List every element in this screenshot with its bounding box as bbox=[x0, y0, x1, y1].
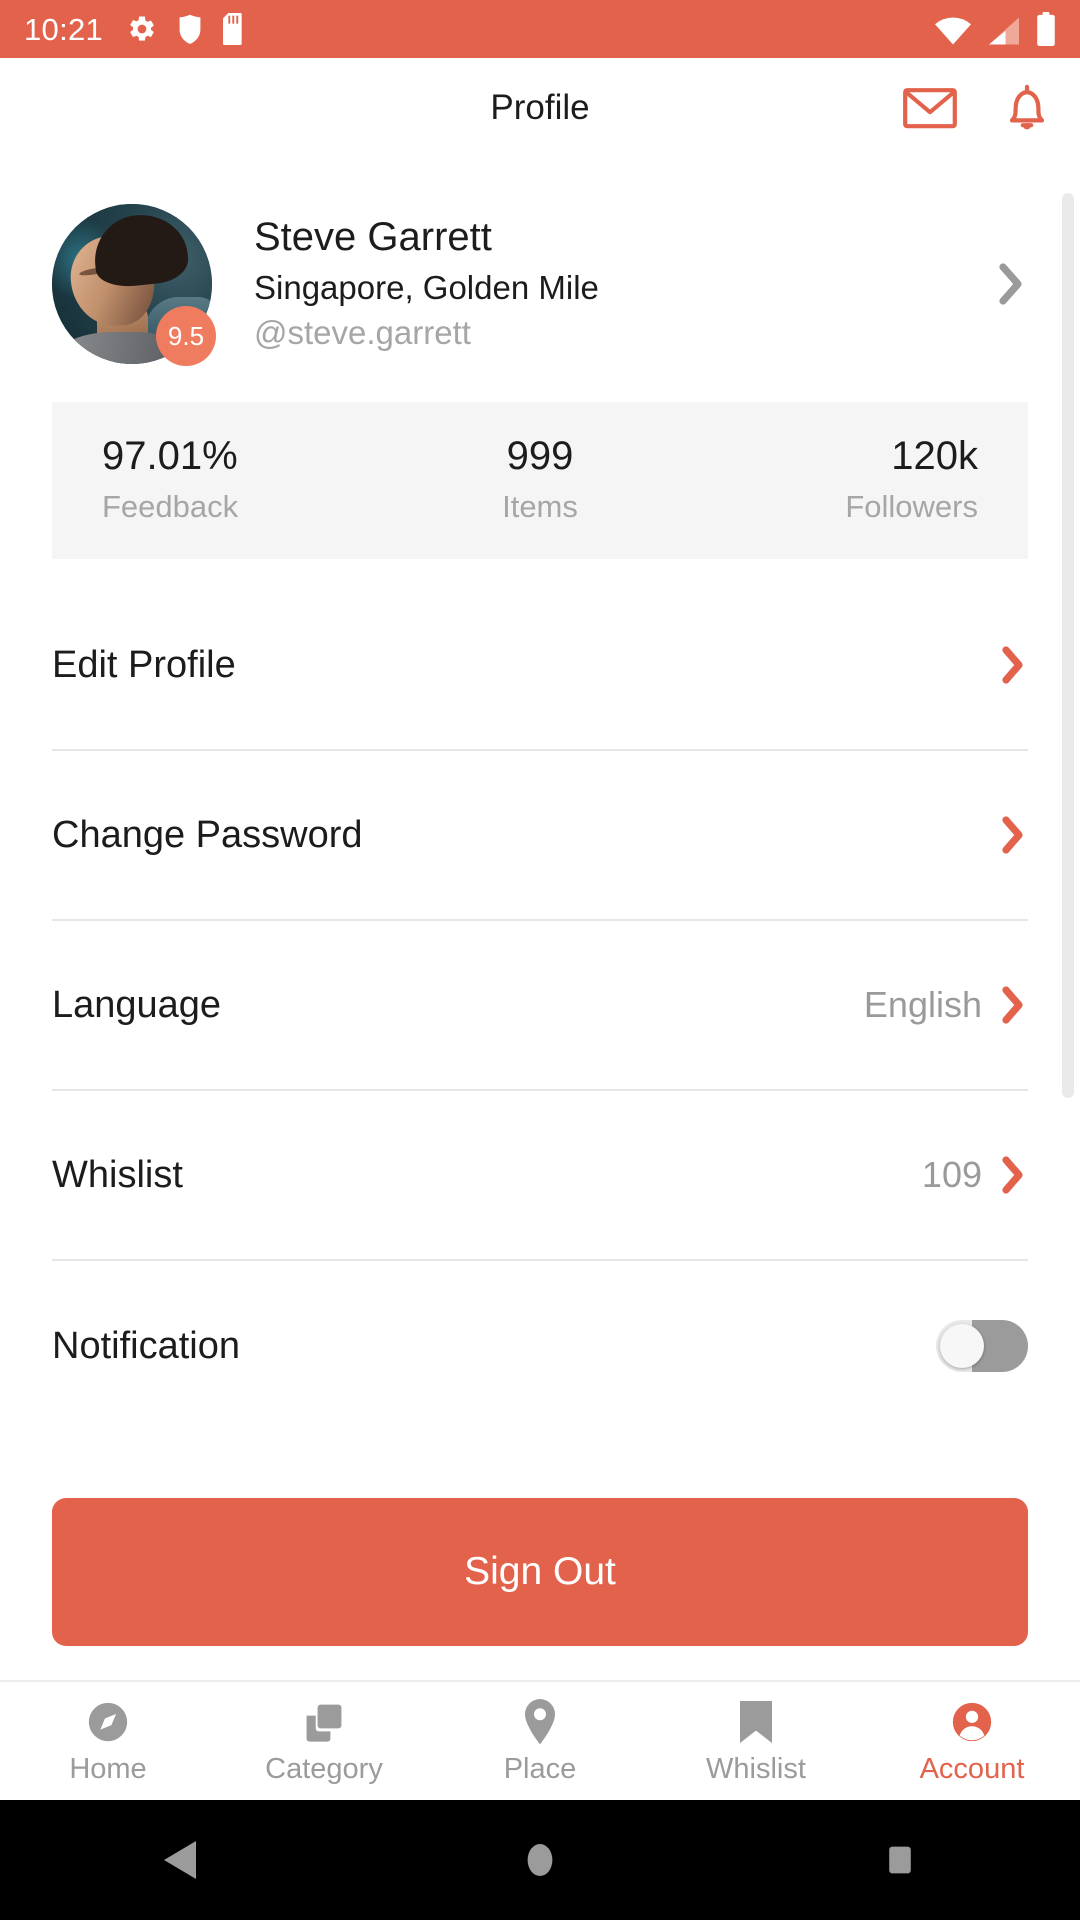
nav-item-label: Place bbox=[503, 1752, 577, 1785]
menu-item-label: Edit Profile bbox=[52, 643, 236, 686]
stat-value: 120k bbox=[891, 434, 978, 478]
account-circle-icon bbox=[949, 1699, 995, 1745]
bookmark-icon bbox=[738, 1699, 774, 1745]
menu-item-label: Change Password bbox=[52, 813, 363, 856]
nav-item-account[interactable]: Account bbox=[864, 1699, 1080, 1784]
chevron-right-icon[interactable] bbox=[998, 1153, 1028, 1197]
compass-icon bbox=[85, 1699, 131, 1745]
rating-badge: 9.5 bbox=[156, 306, 216, 366]
nav-item-category[interactable]: Category bbox=[216, 1699, 432, 1784]
menu-item-whislist[interactable]: Whislist 109 bbox=[52, 1091, 1028, 1262]
menu-item-language[interactable]: Language English bbox=[52, 921, 1028, 1092]
status-bar-left-icons bbox=[127, 13, 247, 45]
avatar-wrapper: 9.5 bbox=[52, 204, 216, 366]
menu-item-notification[interactable]: Notification bbox=[52, 1261, 1028, 1431]
menu-item-trailing: English bbox=[864, 983, 1028, 1027]
profile-name: Steve Garrett bbox=[254, 215, 492, 260]
profile-summary-row[interactable]: 9.5 Steve Garrett Singapore, Golden Mile… bbox=[0, 158, 1080, 366]
cellular-signal-icon bbox=[986, 16, 1022, 46]
app-bar: Profile bbox=[0, 58, 1080, 158]
status-bar-clock: 10:21 bbox=[24, 11, 104, 47]
menu-item-trailing bbox=[998, 643, 1028, 687]
android-navigation-bar bbox=[0, 1800, 1080, 1920]
nav-item-place[interactable]: Place bbox=[432, 1698, 648, 1785]
sign-out-container: Sign Out bbox=[0, 1498, 1080, 1680]
profile-text-block: Steve Garrett Singapore, Golden Mile @st… bbox=[254, 213, 984, 355]
battery-icon bbox=[1036, 12, 1056, 46]
nav-item-label: Account bbox=[919, 1752, 1025, 1785]
status-bar: 10:21 bbox=[0, 0, 1080, 58]
menu-item-label: Whislist bbox=[52, 1153, 183, 1196]
menu-item-trailing bbox=[998, 813, 1028, 857]
stat-label: Feedback bbox=[102, 489, 239, 524]
chevron-right-icon[interactable] bbox=[998, 643, 1028, 687]
chevron-right-icon[interactable] bbox=[998, 813, 1028, 857]
menu-item-edit-profile[interactable]: Edit Profile bbox=[52, 581, 1028, 752]
stat-label: Items bbox=[502, 489, 578, 524]
sd-card-icon bbox=[223, 13, 247, 45]
notification-toggle[interactable] bbox=[936, 1320, 1028, 1373]
stat-label: Followers bbox=[845, 489, 978, 524]
nav-item-whislist[interactable]: Whislist bbox=[648, 1699, 864, 1784]
menu-item-trailing bbox=[936, 1320, 1028, 1373]
menu-item-label: Notification bbox=[52, 1324, 240, 1367]
back-triangle-icon[interactable] bbox=[120, 1839, 240, 1881]
profile-location: Singapore, Golden Mile bbox=[254, 268, 599, 306]
profile-handle: @steve.garrett bbox=[254, 314, 471, 352]
menu-item-value: 109 bbox=[921, 1154, 982, 1196]
bell-icon[interactable] bbox=[1002, 82, 1052, 134]
stat-followers: 120k Followers bbox=[686, 432, 1028, 525]
stats-strip: 97.01% Feedback 999 Items 120k Followers bbox=[52, 402, 1028, 560]
scrollable-content[interactable]: 9.5 Steve Garrett Singapore, Golden Mile… bbox=[0, 158, 1080, 1680]
map-pin-icon bbox=[521, 1698, 559, 1745]
stat-value: 97.01% bbox=[102, 434, 238, 478]
stat-value: 999 bbox=[506, 434, 574, 478]
nav-item-home[interactable]: Home bbox=[0, 1699, 216, 1784]
home-circle-icon[interactable] bbox=[480, 1839, 600, 1881]
gear-icon bbox=[127, 14, 157, 44]
nav-item-label: Category bbox=[265, 1752, 383, 1785]
phone-screen: 10:21 Profile 9.5 Steve Garrett Singapor… bbox=[0, 0, 1080, 1920]
scrollbar[interactable] bbox=[1062, 193, 1074, 1098]
stat-items: 999 Items bbox=[394, 432, 686, 525]
sign-out-button[interactable]: Sign Out bbox=[52, 1498, 1028, 1646]
nav-item-label: Home bbox=[69, 1752, 147, 1785]
nav-item-label: Whislist bbox=[706, 1752, 806, 1785]
menu-item-trailing: 109 bbox=[922, 1153, 1028, 1197]
menu-item-change-password[interactable]: Change Password bbox=[52, 751, 1028, 922]
wifi-icon bbox=[934, 16, 972, 46]
stat-feedback: 97.01% Feedback bbox=[52, 432, 394, 525]
menu-item-value: English bbox=[863, 984, 982, 1026]
layers-icon bbox=[302, 1699, 346, 1745]
status-bar-right-icons bbox=[934, 12, 1056, 46]
menu-item-label: Language bbox=[52, 983, 222, 1026]
app-bar-actions bbox=[902, 82, 1052, 134]
shield-icon bbox=[177, 13, 203, 45]
chevron-right-icon[interactable] bbox=[994, 258, 1028, 310]
recents-square-icon[interactable] bbox=[840, 1839, 960, 1881]
settings-menu: Edit Profile Change Password Language En… bbox=[52, 559, 1028, 1431]
bottom-navigation: Home Category Place Whislist Account bbox=[0, 1680, 1080, 1800]
mail-icon[interactable] bbox=[902, 85, 958, 131]
chevron-right-icon[interactable] bbox=[998, 983, 1028, 1027]
